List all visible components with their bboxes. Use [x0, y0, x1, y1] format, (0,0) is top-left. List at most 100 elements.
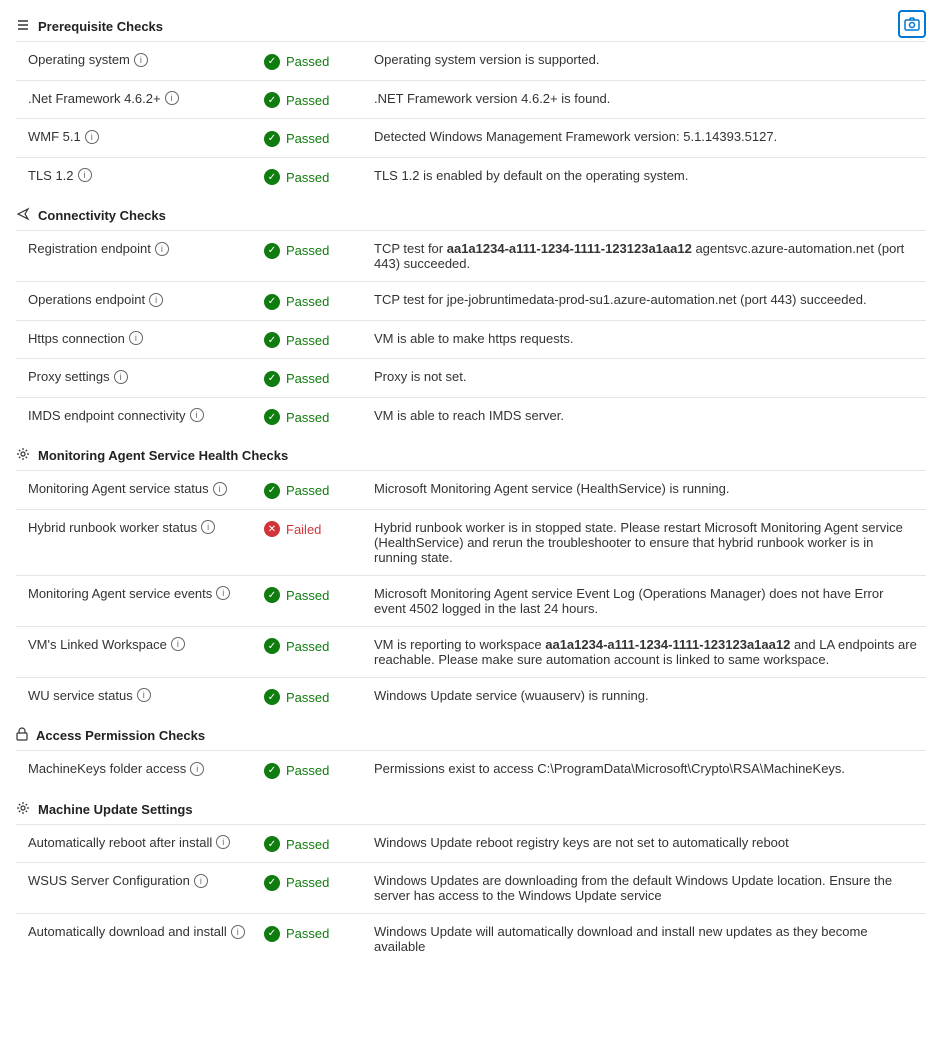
info-icon[interactable]: i: [231, 925, 245, 939]
section-header-access-permission-checks: Access Permission Checks: [16, 719, 926, 751]
check-name-label: WMF 5.1: [28, 129, 81, 144]
info-icon[interactable]: i: [201, 520, 215, 534]
status-badge: ✓Passed: [264, 371, 329, 387]
info-icon[interactable]: i: [190, 762, 204, 776]
status-cell: ✓Passed: [256, 677, 366, 715]
description-cell: Detected Windows Management Framework ve…: [366, 119, 926, 158]
section-icon-list: [16, 18, 30, 35]
check-circle-icon: ✓: [264, 371, 280, 387]
status-cell: ✓Passed: [256, 575, 366, 626]
check-name-label: Proxy settings: [28, 369, 110, 384]
table-row: Automatically download and installi ✓Pass…: [16, 914, 926, 965]
section-table-access-permission-checks: MachineKeys folder accessi✓PassedPermiss…: [16, 751, 926, 789]
info-icon[interactable]: i: [213, 482, 227, 496]
check-name-cell: Registration endpointi: [16, 231, 256, 282]
check-name-cell: Automatically download and installi: [16, 914, 256, 965]
check-circle-icon: ✓: [264, 875, 280, 891]
info-icon[interactable]: i: [85, 130, 99, 144]
info-icon[interactable]: i: [216, 586, 230, 600]
status-cell: ✓Passed: [256, 157, 366, 195]
section-table-prerequisite-checks: Operating systemi✓PassedOperating system…: [16, 42, 926, 195]
section-icon-gear: [16, 447, 30, 464]
check-name-cell: Monitoring Agent service eventsi: [16, 575, 256, 626]
table-row: WSUS Server Configurationi✓PassedWindows…: [16, 863, 926, 914]
table-row: Monitoring Agent service eventsi✓PassedM…: [16, 575, 926, 626]
check-name-cell: WU service statusi: [16, 677, 256, 715]
status-cell: ✓Passed: [256, 825, 366, 863]
section-table-connectivity-checks: Registration endpointi✓PassedTCP test fo…: [16, 231, 926, 435]
status-cell: ✓Passed: [256, 119, 366, 158]
check-name: Https connectioni: [28, 331, 248, 346]
status-cell: ✓Passed: [256, 320, 366, 359]
check-name-cell: Proxy settings i: [16, 359, 256, 398]
status-badge: ✓Passed: [264, 332, 329, 348]
check-circle-icon: ✓: [264, 409, 280, 425]
status-cell: ✓Passed: [256, 42, 366, 80]
info-icon[interactable]: i: [216, 835, 230, 849]
check-circle-icon: ✓: [264, 483, 280, 499]
section-table-monitoring-agent-checks: Monitoring Agent service statusi✓PassedM…: [16, 471, 926, 715]
info-icon[interactable]: i: [134, 53, 148, 67]
info-icon[interactable]: i: [78, 168, 92, 182]
info-icon[interactable]: i: [165, 91, 179, 105]
info-icon[interactable]: i: [129, 331, 143, 345]
table-row: WMF 5.1 i ✓PassedDetected Windows Manageme…: [16, 119, 926, 158]
section-table-machine-update-settings: Automatically reboot after installi✓Pass…: [16, 825, 926, 965]
check-name: Automatically download and installi: [28, 924, 248, 939]
check-circle-icon: ✓: [264, 836, 280, 852]
info-icon[interactable]: i: [114, 370, 128, 384]
check-name-cell: TLS 1.2 i: [16, 157, 256, 195]
status-text: Passed: [286, 690, 329, 705]
description-cell: .NET Framework version 4.6.2+ is found.: [366, 80, 926, 119]
status-cell: ✓Passed: [256, 751, 366, 789]
main-container: Prerequisite ChecksOperating systemi ✓ Pas…: [0, 0, 942, 978]
table-row: Automatically reboot after install i ✓Pass…: [16, 825, 926, 863]
description-cell: Microsoft Monitoring Agent service (Heal…: [366, 471, 926, 509]
info-icon[interactable]: i: [171, 637, 185, 651]
check-name-label: WSUS Server Configuration: [28, 873, 190, 888]
info-icon[interactable]: i: [194, 874, 208, 888]
check-name: Proxy settings i: [28, 369, 248, 384]
status-text: Passed: [286, 639, 329, 654]
check-name: WU service statusi: [28, 688, 248, 703]
check-name-cell: Operating systemi: [16, 42, 256, 80]
info-icon[interactable]: i: [137, 688, 151, 702]
status-cell: ✓ Passed: [256, 471, 366, 509]
status-badge: ✓ Passed: [264, 409, 329, 425]
status-badge: ✓Passed: [264, 294, 329, 310]
check-name-label: MachineKeys folder access: [28, 761, 186, 776]
status-text: Passed: [286, 926, 329, 941]
check-name-label: .Net Framework 4.6.2+: [28, 91, 161, 106]
status-badge: ✓Passed: [264, 763, 329, 779]
section-title-machine-update-settings: Machine Update Settings: [38, 802, 193, 817]
info-icon[interactable]: i: [155, 242, 169, 256]
check-name-label: Automatically reboot after install: [28, 835, 212, 850]
check-circle-icon: ✓: [264, 243, 280, 259]
status-badge: ✓Passed: [264, 875, 329, 891]
check-name: Registration endpointi: [28, 241, 248, 256]
check-name-label: TLS 1.2: [28, 168, 74, 183]
info-icon[interactable]: i: [190, 408, 204, 422]
section-header-machine-update-settings: Machine Update Settings: [16, 793, 926, 825]
description-cell: TLS 1.2 is enabled by default on the ope…: [366, 157, 926, 195]
status-cell: ✓Passed: [256, 231, 366, 282]
status-cell: ✓Passed: [256, 863, 366, 914]
check-name: Hybrid runbook worker statusi: [28, 520, 248, 535]
section-header-prerequisite-checks: Prerequisite Checks: [16, 10, 926, 42]
check-name-cell: MachineKeys folder access i: [16, 751, 256, 789]
check-name: TLS 1.2 i: [28, 168, 248, 183]
description-cell: Microsoft Monitoring Agent service Event…: [366, 575, 926, 626]
x-circle-icon: ✕: [264, 521, 280, 537]
status-badge: ✓Passed: [264, 926, 329, 942]
status-cell: ✓Passed: [256, 282, 366, 321]
camera-icon[interactable]: [898, 10, 926, 38]
status-cell: ✓Passed: [256, 80, 366, 119]
check-circle-icon: ✓: [264, 169, 280, 185]
info-icon[interactable]: i: [149, 293, 163, 307]
section-title-connectivity-checks: Connectivity Checks: [38, 208, 166, 223]
section-title-monitoring-agent-checks: Monitoring Agent Service Health Checks: [38, 448, 288, 463]
status-text: Passed: [286, 410, 329, 425]
check-name: IMDS endpoint connectivityi: [28, 408, 248, 423]
status-cell: ✓Passed: [256, 359, 366, 398]
status-text: Passed: [286, 483, 329, 498]
